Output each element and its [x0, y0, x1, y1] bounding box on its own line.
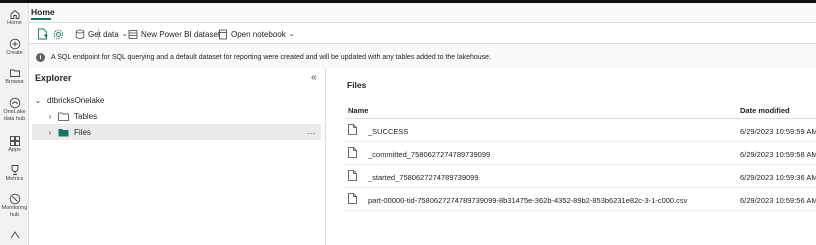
file-icon	[348, 193, 357, 204]
rail-label: Monitoring hub	[1, 205, 28, 218]
info-message-bar: i A SQL endpoint for SQL querying and a …	[29, 48, 816, 66]
tab-home[interactable]: Home	[31, 7, 55, 17]
tables-label: Tables	[74, 111, 98, 121]
new-dataset-button[interactable]: New Power BI dataset	[128, 27, 220, 41]
table-row[interactable]: _started_7580627274789739099 6/29/2023 1…	[345, 166, 816, 188]
rail-item-browse[interactable]: Browse	[0, 67, 28, 86]
folder-icon	[58, 112, 69, 121]
column-header-name[interactable]: Name	[348, 106, 368, 115]
files-pane: Files Name Date modified _SUCCESS 6/29/2…	[327, 68, 816, 245]
chevron-right-icon[interactable]: ›	[44, 112, 56, 121]
gear-icon	[53, 29, 64, 39]
info-icon: i	[36, 52, 45, 62]
chevron-down-icon: ⌄	[288, 31, 295, 38]
more-options-icon[interactable]: …	[307, 126, 317, 136]
get-data-button[interactable]: Get data ⌄	[75, 27, 128, 41]
file-icon	[348, 170, 357, 181]
rail-item-create[interactable]: Create	[0, 38, 28, 57]
create-icon	[9, 38, 20, 50]
rail-item-home[interactable]: Home	[0, 8, 28, 27]
header-divider	[345, 118, 816, 119]
file-date: 6/29/2023 10:59:36 AM	[740, 173, 816, 182]
rail-label: OneLake data hub	[3, 109, 26, 122]
database-icon	[75, 29, 85, 39]
file-name[interactable]: _SUCCESS	[368, 127, 408, 136]
folder-filled-icon	[58, 128, 69, 136]
tree-item-lakehouse[interactable]: ⌄ dtbricksOnelake	[32, 92, 321, 108]
files-title: Files	[347, 80, 367, 90]
rail-label: Create	[6, 50, 23, 56]
explorer-title: Explorer	[35, 73, 72, 83]
table-row[interactable]: _SUCCESS 6/29/2023 10:59:59 AM	[345, 120, 816, 142]
metrics-icon	[11, 165, 18, 175]
collapse-pane-icon[interactable]: «	[311, 72, 317, 83]
monitoring-hub-icon	[9, 193, 20, 205]
explorer-pane: Explorer « ⌄ dtbricksOnelake › Tables › …	[29, 68, 326, 245]
new-file-icon	[38, 28, 48, 40]
workspace-icon	[10, 231, 19, 239]
rail-item-apps[interactable]: Apps	[0, 135, 28, 154]
info-message: A SQL endpoint for SQL querying and a de…	[51, 53, 491, 61]
rail-item-monitoring-hub[interactable]: Monitoring hub	[0, 193, 28, 218]
dataset-icon	[128, 29, 138, 39]
chevron-right-icon[interactable]: ›	[44, 128, 56, 137]
file-name[interactable]: part-00000-tid-7580627274789739099-8b314…	[368, 196, 687, 205]
browse-icon	[9, 69, 20, 77]
new-item-button[interactable]	[37, 27, 51, 41]
get-data-label: Get data	[88, 29, 119, 39]
open-notebook-button[interactable]: Open notebook ⌄	[218, 27, 295, 41]
rail-label: Apps	[8, 147, 21, 153]
rail-label: Browse	[5, 79, 24, 85]
rail-item-onelake-data-hub[interactable]: OneLake data hub	[0, 97, 28, 122]
file-icon	[348, 147, 357, 158]
files-label: Files	[74, 127, 91, 137]
file-date: 6/29/2023 10:59:59 AM	[740, 127, 816, 136]
tree-item-tables[interactable]: › Tables	[32, 108, 321, 124]
settings-button[interactable]	[53, 27, 67, 41]
table-row[interactable]: part-00000-tid-7580627274789739099-8b314…	[345, 189, 816, 211]
open-notebook-label: Open notebook	[231, 29, 286, 39]
onelake-data-hub-icon	[9, 97, 20, 109]
ribbon-toolbar: Get data ⌄ New Power BI dataset Open not…	[29, 22, 816, 44]
column-header-date[interactable]: Date modified	[740, 106, 790, 115]
apps-icon	[9, 136, 20, 146]
table-row[interactable]: _committed_7580627274789739099 6/29/2023…	[345, 143, 816, 165]
home-icon	[10, 9, 19, 19]
rail-item-metrics[interactable]: Metrics	[0, 164, 28, 183]
tree-item-files[interactable]: › Files …	[32, 124, 321, 140]
file-name[interactable]: _committed_7580627274789739099	[368, 150, 490, 159]
tab-home-underline	[31, 18, 51, 20]
file-date: 6/29/2023 10:59:56 AM	[740, 196, 816, 205]
rail-label: Metrics	[5, 176, 24, 182]
file-icon	[348, 124, 357, 135]
chevron-down-icon[interactable]: ⌄	[32, 96, 44, 105]
file-date: 6/29/2023 10:59:58 AM	[740, 150, 816, 159]
top-bar	[0, 0, 816, 3]
notebook-icon	[219, 29, 227, 39]
rail-label: Home	[7, 20, 22, 26]
new-dataset-label: New Power BI dataset	[141, 29, 221, 39]
lakehouse-label: dtbricksOnelake	[47, 95, 105, 105]
file-name[interactable]: _started_7580627274789739099	[368, 173, 479, 182]
chevron-down-icon: ⌄	[121, 31, 128, 38]
rail-item-more[interactable]	[0, 229, 28, 241]
left-nav-rail: Home Create Browse OneLake data hub Apps…	[0, 3, 29, 245]
